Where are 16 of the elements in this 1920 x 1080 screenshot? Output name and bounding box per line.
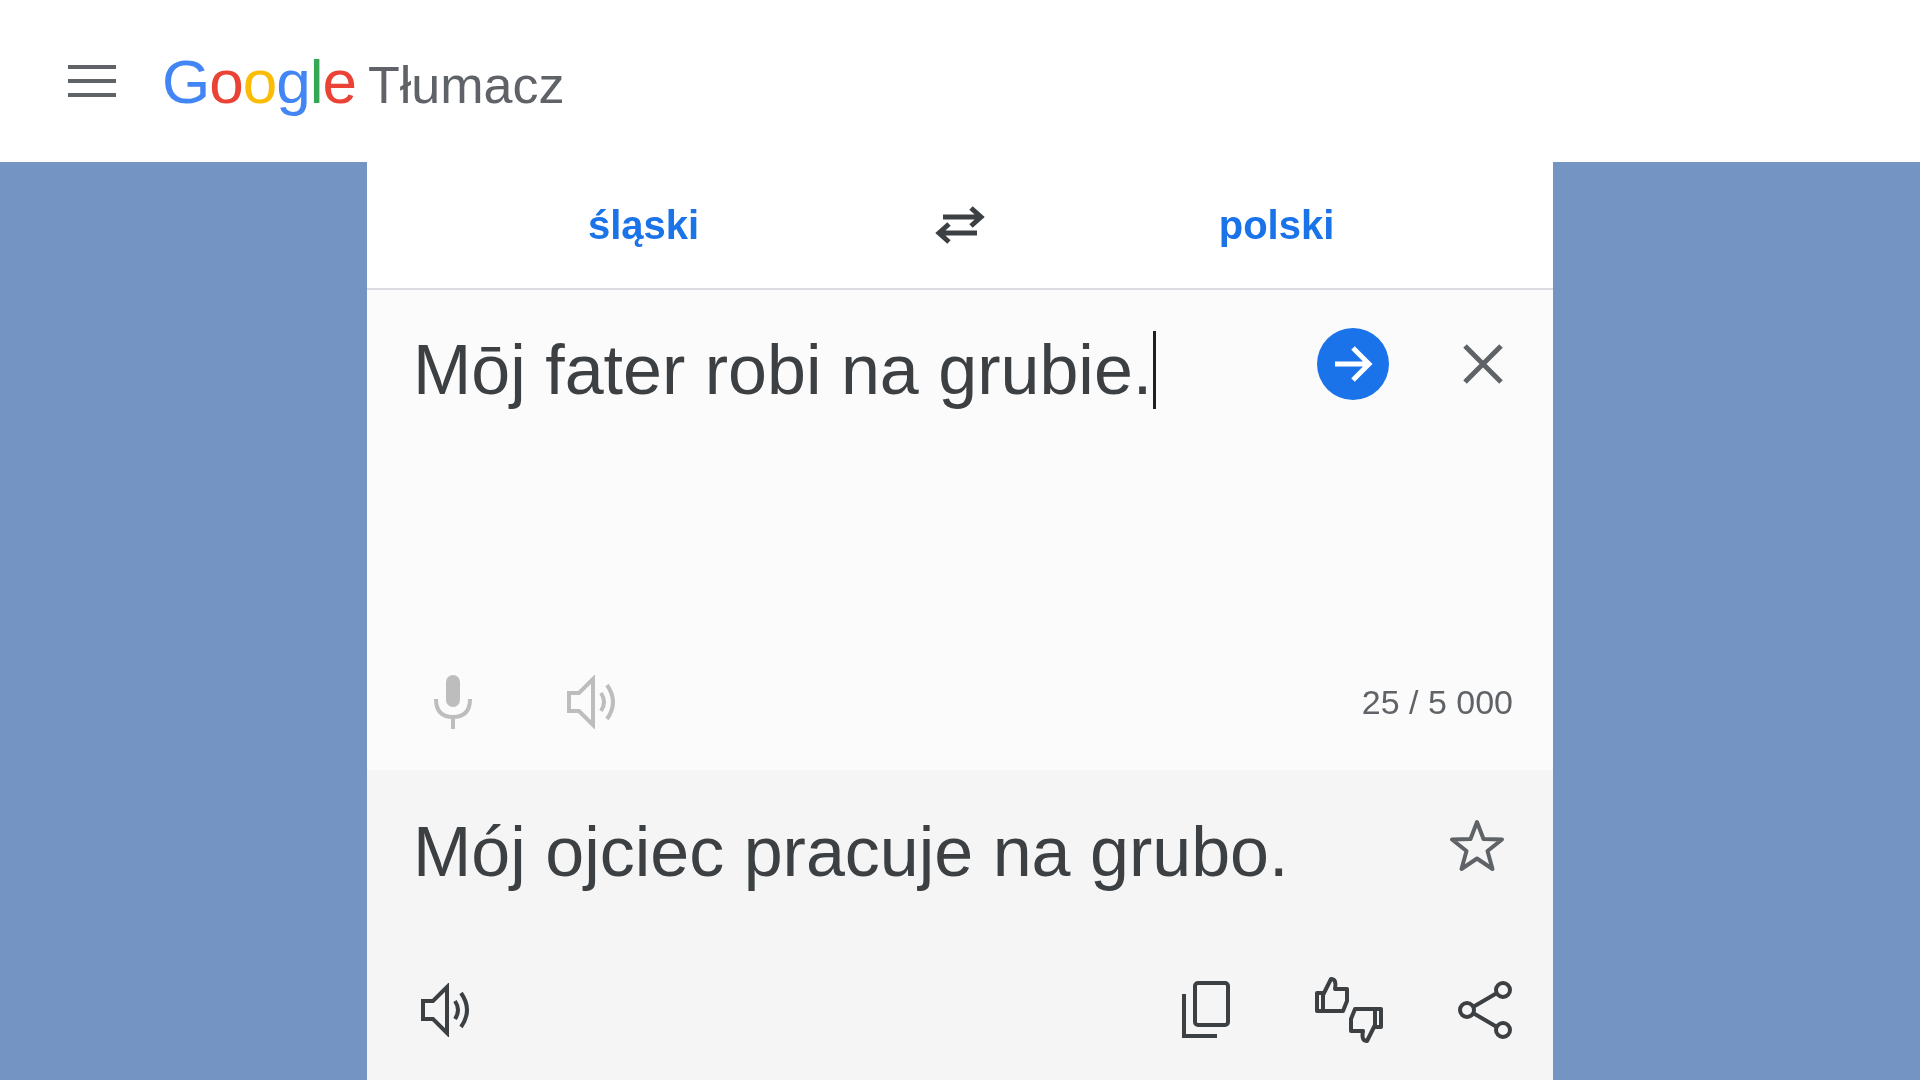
feedback-button[interactable] <box>1313 974 1385 1046</box>
product-name: Tłumacz <box>367 54 565 116</box>
thumbs-up-down-icon <box>1313 975 1385 1045</box>
translation-text: Mój ojciec pracuje na grubo. <box>413 812 1290 893</box>
source-language-tab[interactable]: śląski <box>367 195 920 255</box>
source-text-field[interactable]: Mōj fater robi na grubie. <box>413 328 1317 412</box>
target-language-tab[interactable]: polski <box>1000 195 1553 255</box>
share-icon <box>1457 980 1513 1040</box>
character-counter: 25 / 5 000 <box>1361 681 1513 723</box>
menu-icon <box>68 63 116 99</box>
star-icon <box>1449 819 1505 873</box>
close-icon <box>1463 344 1503 384</box>
logo[interactable]: Google <box>162 34 356 128</box>
swap-icon <box>933 205 987 245</box>
copy-icon <box>1179 980 1231 1040</box>
microphone-icon <box>431 673 475 731</box>
